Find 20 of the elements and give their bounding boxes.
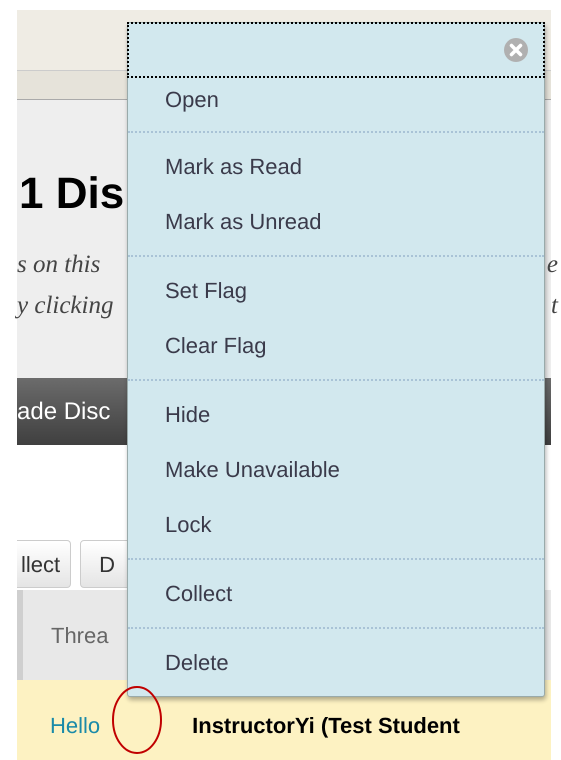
thread-link[interactable]: Hello [50, 708, 100, 742]
author-name: InstructorYi (Test Student [192, 712, 460, 740]
page-title: 1 Dis [19, 172, 126, 216]
toolbar-button[interactable]: llect [17, 540, 72, 588]
menu-item[interactable]: Open [128, 72, 544, 127]
description-text: e [546, 250, 558, 279]
column-header: Threa [51, 622, 108, 650]
action-bar-label: ade Disc [17, 396, 110, 426]
description-text: s on this [17, 250, 102, 279]
menu-item[interactable]: Hide [128, 387, 544, 442]
menu-item[interactable]: Mark as Read [128, 139, 544, 194]
menu-item[interactable]: Mark as Unread [128, 194, 544, 249]
description-text: y clicking [17, 291, 114, 320]
description-text: t [551, 291, 558, 320]
menu-item[interactable]: Make Unavailable [128, 442, 544, 497]
menu-item[interactable]: Set Flag [128, 263, 544, 318]
close-icon[interactable] [503, 37, 529, 63]
menu-item[interactable]: Delete [128, 635, 544, 690]
annotation-circle [110, 684, 164, 756]
menu-item[interactable]: Clear Flag [128, 318, 544, 373]
